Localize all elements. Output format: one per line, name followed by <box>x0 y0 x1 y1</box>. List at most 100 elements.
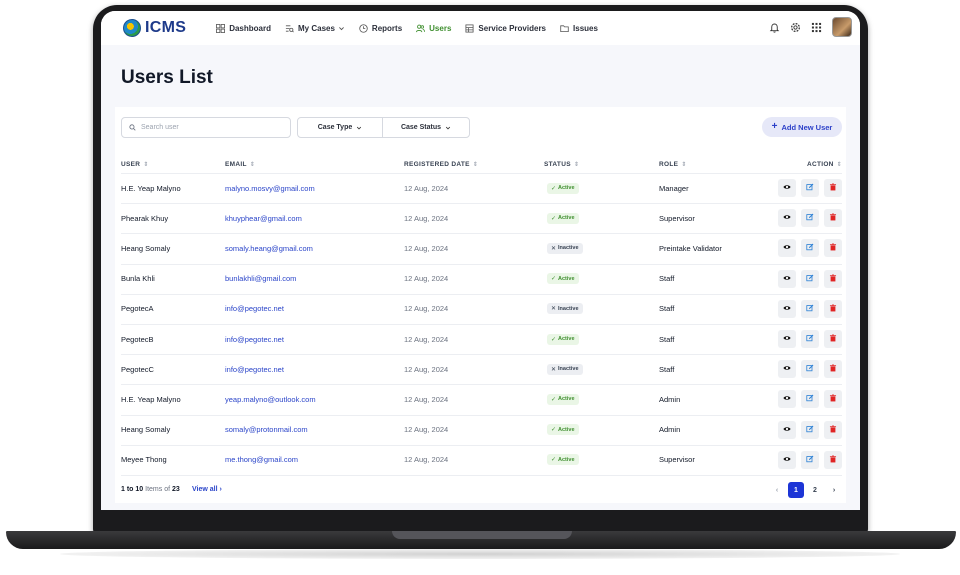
apps-grid-icon[interactable] <box>811 22 822 33</box>
x-icon: ✕ <box>551 245 557 252</box>
trash-icon <box>829 274 837 284</box>
table-row: PegotecA info@pegotec.net 12 Aug, 2024 ✕ Ina… <box>121 294 842 324</box>
view-button[interactable] <box>778 360 796 379</box>
trash-icon <box>829 183 837 193</box>
view-all-link[interactable]: View all › <box>192 486 222 493</box>
cell-email-link[interactable]: info@pegotec.net <box>225 354 284 384</box>
delete-button[interactable] <box>824 209 842 228</box>
sort-icon: ⇕ <box>143 161 149 168</box>
view-button[interactable] <box>778 269 796 288</box>
delete-button[interactable] <box>824 299 842 318</box>
edit-button[interactable] <box>801 269 819 288</box>
table-row: Meyee Thong me.thong@gmail.com 12 Aug, 202… <box>121 445 842 475</box>
view-button[interactable] <box>778 299 796 318</box>
prev-page-button[interactable]: ‹ <box>769 482 785 498</box>
nav-item-my-cases[interactable]: My Cases <box>285 24 345 33</box>
delete-button[interactable] <box>824 179 842 197</box>
table-row: H.E. Yeap Malyno yeap.malyno@outlook.com 1… <box>121 384 842 414</box>
column-header-email[interactable]: EMAIL ⇕ <box>225 161 255 168</box>
sort-icon: ⇕ <box>249 161 256 168</box>
view-button[interactable] <box>778 390 796 409</box>
chevron-down-icon <box>339 26 344 30</box>
cell-email-link[interactable]: info@pegotec.net <box>225 324 284 354</box>
cell-role: Admin <box>659 394 681 404</box>
row-divider <box>121 475 842 476</box>
view-all-label: View all <box>192 486 218 493</box>
add-new-user-button[interactable]: + Add New User <box>762 117 842 137</box>
pagination: ‹ 1 2 › <box>766 482 842 498</box>
main-content: Users List Search user Case Type Case St… <box>101 45 860 510</box>
view-button[interactable] <box>778 420 796 439</box>
case-type-filter[interactable]: Case Type <box>297 117 383 138</box>
cell-status: ✓ Active <box>547 324 579 354</box>
gear-icon[interactable] <box>790 22 801 33</box>
cell-role: Supervisor <box>659 213 695 223</box>
edit-button[interactable] <box>801 209 819 228</box>
cell-email-link[interactable]: bunlakhli@gmail.com <box>225 264 296 294</box>
chevron-right-icon: › <box>219 486 222 493</box>
trash-icon <box>829 213 837 223</box>
eye-icon <box>783 213 791 223</box>
app-logo[interactable]: ICMS <box>123 19 186 37</box>
delete-button[interactable] <box>824 360 842 379</box>
delete-button[interactable] <box>824 239 842 258</box>
delete-button[interactable] <box>824 420 842 439</box>
cell-email-link[interactable]: malyno.mosvy@gmail.com <box>225 173 315 203</box>
view-button[interactable] <box>778 450 796 469</box>
view-button[interactable] <box>778 330 796 348</box>
bell-icon[interactable] <box>769 22 780 33</box>
nav-item-service-providers[interactable]: Service Providers <box>465 24 546 33</box>
cell-email-link[interactable]: khuyphear@gmail.com <box>225 203 302 233</box>
delete-button[interactable] <box>824 269 842 288</box>
status-label: Inactive <box>558 245 579 252</box>
view-button[interactable] <box>778 209 796 228</box>
edit-button[interactable] <box>801 299 819 318</box>
cell-email-link[interactable]: somaly.heang@gmail.com <box>225 233 313 263</box>
edit-button[interactable] <box>801 179 819 197</box>
user-avatar[interactable] <box>832 17 852 37</box>
column-header-status[interactable]: STATUS ⇕ <box>544 161 579 168</box>
folder-icon <box>560 24 569 32</box>
column-header-role[interactable]: ROLE ⇕ <box>659 161 687 168</box>
nav-item-users[interactable]: Users <box>416 24 451 33</box>
cell-email-link[interactable]: somaly@protonmail.com <box>225 415 308 445</box>
next-page-button[interactable]: › <box>826 482 842 498</box>
nav-item-dashboard[interactable]: Dashboard <box>216 24 271 33</box>
column-header-user[interactable]: USER ⇕ <box>121 161 149 168</box>
cell-registered-date: 12 Aug, 2024 <box>404 364 449 374</box>
cell-email-link[interactable]: yeap.malyno@outlook.com <box>225 384 316 414</box>
delete-button[interactable] <box>824 390 842 409</box>
edit-button[interactable] <box>801 330 819 348</box>
cell-email-link[interactable]: me.thong@gmail.com <box>225 445 298 475</box>
nav-item-issues[interactable]: Issues <box>560 24 598 33</box>
edit-button[interactable] <box>801 450 819 469</box>
check-icon: ✓ <box>551 336 557 343</box>
edit-button[interactable] <box>801 239 819 258</box>
nav-label-dashboard: Dashboard <box>229 23 271 33</box>
status-badge: ✓ Active <box>547 212 579 224</box>
nav-label-my-cases: My Cases <box>298 23 335 33</box>
edit-button[interactable] <box>801 390 819 409</box>
status-label: Active <box>558 426 575 433</box>
delete-button[interactable] <box>824 330 842 348</box>
status-label: Active <box>558 396 575 403</box>
case-status-label: Case Status <box>400 124 442 131</box>
column-header-registered-date[interactable]: REGISTERED DATE ⇕ <box>404 161 478 168</box>
page-button-2[interactable]: 2 <box>807 482 823 498</box>
search-input[interactable]: Search user <box>121 117 291 138</box>
edit-button[interactable] <box>801 420 819 439</box>
nav-label-issues: Issues <box>573 23 598 33</box>
status-badge: ✓ Active <box>547 273 579 285</box>
edit-button[interactable] <box>801 360 819 379</box>
case-status-filter[interactable]: Case Status <box>382 117 470 138</box>
view-button[interactable] <box>778 239 796 258</box>
cell-registered-date: 12 Aug, 2024 <box>404 243 449 253</box>
page-button-1[interactable]: 1 <box>788 482 804 498</box>
view-button[interactable] <box>778 179 796 197</box>
cell-email-link[interactable]: info@pegotec.net <box>225 294 284 324</box>
status-label: Active <box>558 336 575 342</box>
table-footer: 1 to 10 Items of 23 View all › ‹ 1 2 › <box>121 482 842 500</box>
delete-button[interactable] <box>824 450 842 469</box>
search-icon <box>129 124 136 131</box>
nav-item-reports[interactable]: Reports <box>359 24 402 33</box>
